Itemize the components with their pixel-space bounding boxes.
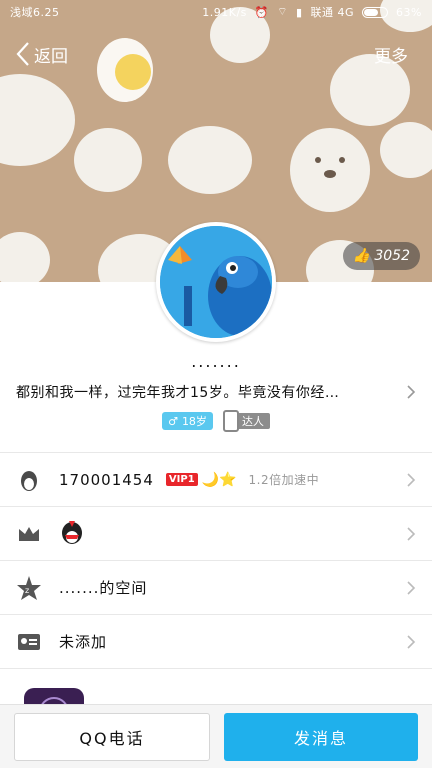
back-label: 返回 <box>34 46 68 67</box>
qzone-star-icon: z <box>16 575 42 601</box>
network-type: 联通 4G <box>310 6 355 19</box>
profile-tags: ♂ 18岁 达人 <box>0 410 432 432</box>
status-bar: 浅域6.25 1.91K/s ⏰ ⌔ ▮ 联通 4G 63% <box>0 0 432 24</box>
nav-bar: 返回 更多 <box>0 36 432 72</box>
wifi-icon: ⌔ <box>277 5 288 18</box>
battery-icon <box>362 6 389 18</box>
crown-icon <box>16 521 42 547</box>
id-card-icon <box>16 629 42 655</box>
chevron-left-icon <box>16 42 29 66</box>
qq-call-button[interactable]: QQ电话 <box>14 713 210 761</box>
chevron-right-icon <box>407 473 416 487</box>
age-tag: ♂ 18岁 <box>162 412 213 430</box>
chevron-right-icon <box>407 527 416 541</box>
qzone-text: .......的空间 <box>59 579 148 597</box>
list-item-card[interactable]: 未添加 <box>0 614 432 668</box>
nickname: ....... <box>191 352 241 371</box>
battery-level: 63% <box>396 5 422 19</box>
likes-count: 3052 <box>374 248 410 264</box>
vip-level-icons: 🌙⭐ <box>201 471 237 488</box>
divider <box>0 668 432 669</box>
bottom-action-bar: QQ电话 发消息 <box>0 704 432 768</box>
vip-speed-text: 1.2倍加速中 <box>248 473 320 487</box>
chevron-right-icon <box>407 635 416 649</box>
age-text: 18岁 <box>181 415 207 428</box>
chevron-right-icon <box>407 385 416 399</box>
male-icon: ♂ <box>168 414 178 428</box>
carrier-text: 浅域6.25 <box>10 6 60 19</box>
chevron-right-icon <box>407 581 416 595</box>
vip-badge: VIP1 <box>165 473 198 486</box>
talent-label: 达人 <box>235 413 270 429</box>
card-text: 未添加 <box>59 633 108 651</box>
avatar[interactable] <box>156 222 276 342</box>
likes-badge[interactable]: 👍 3052 <box>342 242 420 270</box>
status-icons: 1.91K/s ⏰ ⌔ ▮ 联通 4G 63% <box>202 4 422 20</box>
avatar-image <box>160 226 272 338</box>
phone-icon <box>222 410 239 432</box>
info-list: 170001454 VIP1 🌙⭐ 1.2倍加速中 z .......的空间 未… <box>0 452 432 669</box>
send-message-button[interactable]: 发消息 <box>224 713 418 761</box>
back-button[interactable]: 返回 <box>14 40 68 68</box>
qq-pet-icon <box>59 519 85 549</box>
network-speed: 1.91K/s <box>202 5 247 19</box>
list-item-rank[interactable] <box>0 506 432 560</box>
list-item-qq-number[interactable]: 170001454 VIP1 🌙⭐ 1.2倍加速中 <box>0 452 432 506</box>
talent-tag[interactable]: 达人 <box>222 410 270 432</box>
signal-icon: ▮ <box>295 5 303 19</box>
svg-text:z: z <box>25 586 29 595</box>
more-button[interactable]: 更多 <box>374 42 418 67</box>
penguin-icon <box>16 467 42 493</box>
list-item-qzone[interactable]: z .......的空间 <box>0 560 432 614</box>
alarm-icon: ⏰ <box>254 5 270 19</box>
qq-number: 170001454 <box>59 470 154 489</box>
thumbs-up-icon: 👍 <box>352 248 371 264</box>
signature[interactable]: 都别和我一样，过完年我才15岁。毕竟没有你经… <box>16 382 396 402</box>
